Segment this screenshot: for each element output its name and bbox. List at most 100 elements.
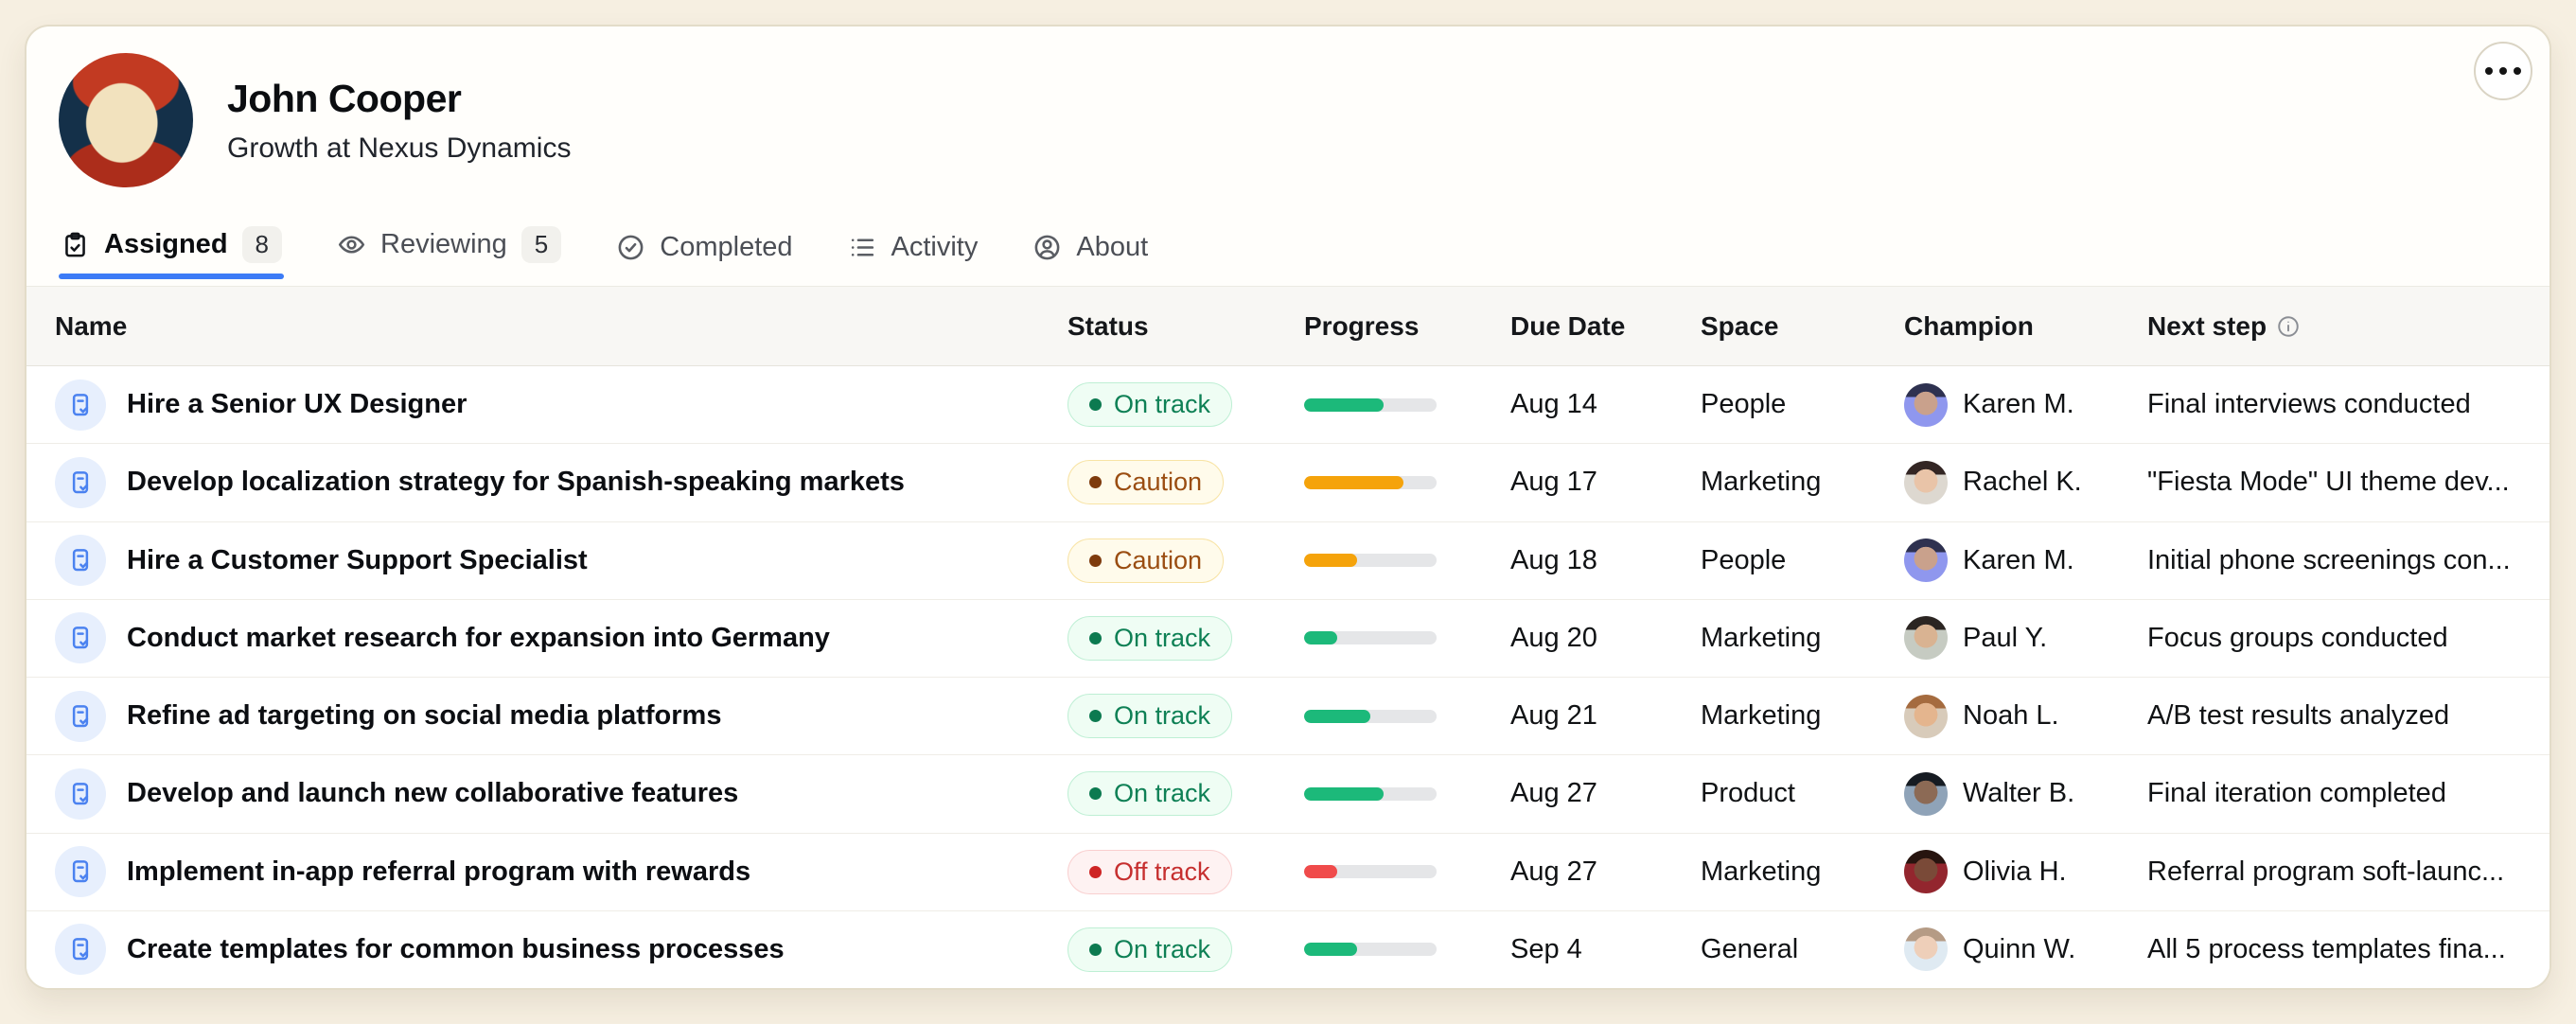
progress-cell xyxy=(1304,710,1510,723)
table-row[interactable]: Conduct market research for expansion in… xyxy=(26,600,2550,678)
champion-name: Rachel K. xyxy=(1963,467,2082,498)
due-date: Aug 14 xyxy=(1510,389,1701,420)
progress-fill xyxy=(1304,787,1384,801)
next-step: Focus groups conducted xyxy=(2147,623,2521,654)
task-name-cell: Hire a Senior UX Designer xyxy=(55,380,1067,431)
progress-fill xyxy=(1304,710,1370,723)
progress-fill xyxy=(1304,865,1337,878)
task-type-icon xyxy=(55,380,106,431)
space: General xyxy=(1701,934,1904,965)
tab-assigned[interactable]: Assigned8 xyxy=(61,217,282,286)
task-name[interactable]: Hire a Customer Support Specialist xyxy=(127,545,588,576)
task-name[interactable]: Conduct market research for expansion in… xyxy=(127,623,830,654)
task-name[interactable]: Develop and launch new collaborative fea… xyxy=(127,778,738,809)
column-header-due-date: Due Date xyxy=(1510,311,1701,342)
table-row[interactable]: Create templates for common business pro… xyxy=(26,911,2550,988)
tab-activity[interactable]: Activity xyxy=(848,222,979,286)
task-type-icon xyxy=(55,924,106,975)
space: Marketing xyxy=(1701,467,1904,498)
tab-completed[interactable]: Completed xyxy=(616,222,792,286)
tab-about[interactable]: About xyxy=(1032,222,1148,286)
task-icon xyxy=(66,857,95,886)
table-row[interactable]: Hire a Customer Support Specialist Cautio… xyxy=(26,522,2550,600)
status-dot-icon xyxy=(1089,710,1102,722)
champion-name: Paul Y. xyxy=(1963,623,2047,654)
champion-avatar xyxy=(1904,772,1948,816)
champion-cell: Karen M. xyxy=(1904,383,2147,427)
person-icon xyxy=(1032,233,1062,262)
progress-fill xyxy=(1304,398,1384,412)
task-name[interactable]: Hire a Senior UX Designer xyxy=(127,389,467,420)
task-name-cell: Develop and launch new collaborative fea… xyxy=(55,768,1067,820)
table-row[interactable]: Implement in-app referral program with r… xyxy=(26,834,2550,911)
progress-cell xyxy=(1304,398,1510,412)
avatar xyxy=(59,53,193,187)
next-step: Referral program soft-launc... xyxy=(2147,856,2521,888)
tab-bar: Assigned8 Reviewing5 Completed Activity Abou… xyxy=(61,217,1148,286)
column-header-status: Status xyxy=(1067,311,1304,342)
next-step: "Fiesta Mode" UI theme dev... xyxy=(2147,467,2521,498)
due-date: Sep 4 xyxy=(1510,934,1701,965)
status-dot-icon xyxy=(1089,632,1102,644)
more-options-button[interactable] xyxy=(2474,42,2532,100)
column-header-next-step: Next step xyxy=(2147,311,2521,342)
task-name-cell: Hire a Customer Support Specialist xyxy=(55,535,1067,586)
tab-count-badge: 5 xyxy=(521,226,561,263)
champion-avatar xyxy=(1904,538,1948,582)
next-step: Initial phone screenings con... xyxy=(2147,545,2521,576)
progress-cell xyxy=(1304,631,1510,644)
task-icon xyxy=(66,702,95,731)
tab-label: Assigned xyxy=(104,229,228,260)
task-type-icon xyxy=(55,846,106,897)
status-cell: On track xyxy=(1067,382,1304,427)
due-date: Aug 18 xyxy=(1510,545,1701,576)
task-table-body: Hire a Senior UX Designer On track Aug 14 P… xyxy=(26,366,2550,988)
list-icon xyxy=(848,233,877,262)
table-row[interactable]: Hire a Senior UX DesignerOn trackAug 14P… xyxy=(26,366,2550,444)
table-row[interactable]: Develop and launch new collaborative fea… xyxy=(26,755,2550,833)
progress-bar xyxy=(1304,631,1437,644)
table-row[interactable]: Refine ad targeting on social media plat… xyxy=(26,678,2550,755)
task-name-cell: Conduct market research for expansion in… xyxy=(55,612,1067,663)
champion-cell: Paul Y. xyxy=(1904,616,2147,660)
column-header-name: Name xyxy=(55,311,1067,342)
status-badge: Caution xyxy=(1067,460,1224,504)
status-cell: Caution xyxy=(1067,460,1304,504)
space: Marketing xyxy=(1701,623,1904,654)
task-name[interactable]: Refine ad targeting on social media plat… xyxy=(127,700,721,732)
champion-name: Olivia H. xyxy=(1963,856,2067,888)
progress-fill xyxy=(1304,943,1357,956)
tab-reviewing[interactable]: Reviewing5 xyxy=(337,217,561,286)
space: Product xyxy=(1701,778,1904,809)
status-cell: Off track xyxy=(1067,850,1304,894)
task-type-icon xyxy=(55,768,106,820)
progress-fill xyxy=(1304,631,1337,644)
status-dot-icon xyxy=(1089,787,1102,800)
page-title: John Cooper xyxy=(227,77,571,121)
progress-cell xyxy=(1304,476,1510,489)
task-icon xyxy=(66,468,95,497)
status-badge: On track xyxy=(1067,694,1232,738)
due-date: Aug 20 xyxy=(1510,623,1701,654)
champion-name: Walter B. xyxy=(1963,778,2074,809)
info-icon xyxy=(2276,314,2301,339)
champion-cell: Olivia H. xyxy=(1904,850,2147,893)
next-step: Final interviews conducted xyxy=(2147,389,2521,420)
task-type-icon xyxy=(55,535,106,586)
task-name-cell: Refine ad targeting on social media plat… xyxy=(55,691,1067,742)
task-name-cell: Create templates for common business pro… xyxy=(55,924,1067,975)
progress-bar xyxy=(1304,865,1437,878)
status-badge: On track xyxy=(1067,382,1232,427)
task-name[interactable]: Implement in-app referral program with r… xyxy=(127,856,750,888)
champion-cell: Quinn W. xyxy=(1904,927,2147,971)
status-cell: On track xyxy=(1067,927,1304,972)
table-row[interactable]: Develop localization strategy for Spanis… xyxy=(26,444,2550,521)
space: Marketing xyxy=(1701,856,1904,888)
column-header-progress: Progress xyxy=(1304,311,1510,342)
status-badge: Caution xyxy=(1067,538,1224,583)
task-name[interactable]: Develop localization strategy for Spanis… xyxy=(127,467,905,498)
task-name[interactable]: Create templates for common business pro… xyxy=(127,934,785,965)
status-cell: On track xyxy=(1067,616,1304,661)
progress-fill xyxy=(1304,554,1357,567)
due-date: Aug 17 xyxy=(1510,467,1701,498)
